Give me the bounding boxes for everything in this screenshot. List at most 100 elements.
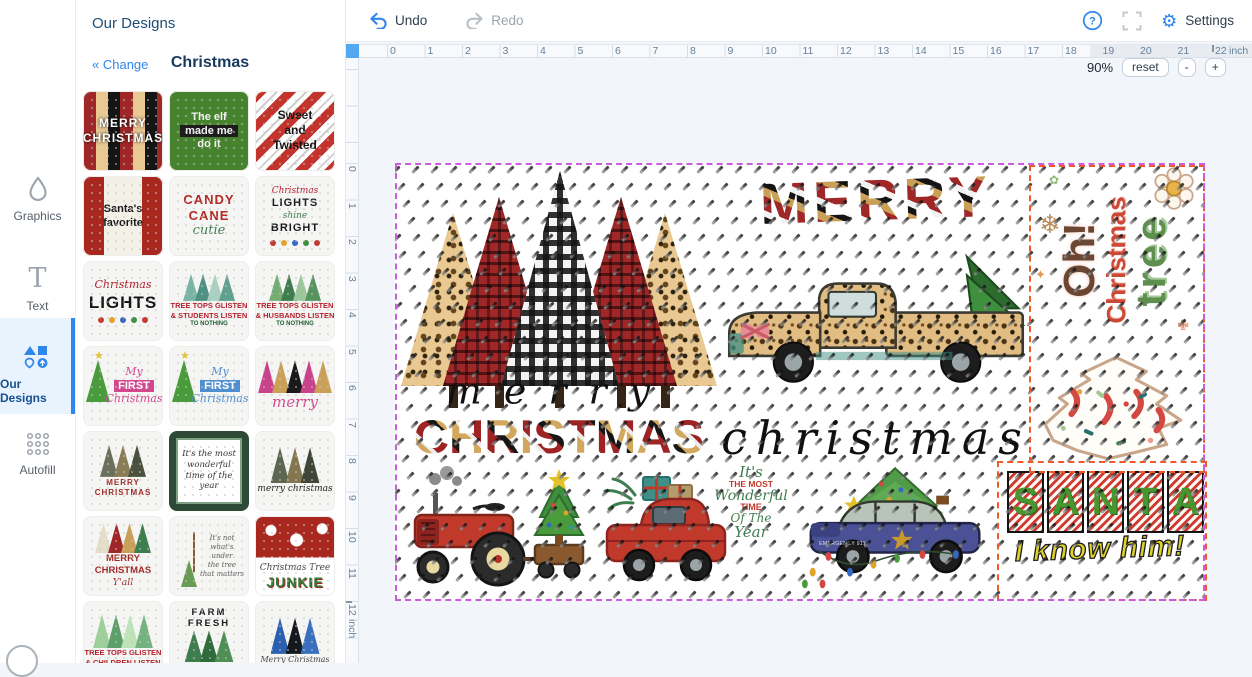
- string-lights-icon: [270, 240, 276, 246]
- gear-icon[interactable]: ⚙: [1161, 12, 1177, 30]
- thumbnail-text: CANE: [189, 209, 230, 224]
- thumbnail-text: shine: [283, 211, 307, 221]
- thumbnail-text: FIRST: [200, 380, 240, 393]
- tree-icon: [271, 447, 290, 483]
- sidebar-item-text[interactable]: T Text: [0, 258, 75, 326]
- shapes-icon: [23, 344, 49, 370]
- design-thumbnail-sweet-and-twisted[interactable]: SweetandTwisted: [255, 91, 335, 171]
- thumbnail-text: cutie: [193, 224, 226, 239]
- flower-sprig-icon: ✿: [1049, 173, 1059, 187]
- thumbnail-text: It's not: [210, 534, 235, 542]
- thumbnail-text: MERRY: [106, 554, 140, 565]
- h-ruler-label: 8: [690, 45, 696, 58]
- canvas-design-christmas-tractor[interactable]: [403, 465, 595, 593]
- canvas-design-merry-leopard-truck[interactable]: MERRY: [717, 169, 1035, 465]
- help-icon[interactable]: ?: [1082, 10, 1103, 31]
- thumbnail-text: & CHILDREN LISTEN: [86, 659, 161, 663]
- gang-sheet-canvas[interactable]: merry CHRISTMAS MERRY: [395, 163, 1205, 601]
- thumbnail-text: TO NOTHING: [190, 321, 228, 328]
- design-thumbnail-elf-made-me-do-it[interactable]: The elfmade medo it: [169, 91, 249, 171]
- thumbnail-trees: [183, 560, 195, 587]
- zoom-in-button[interactable]: +: [1205, 58, 1226, 77]
- sidebar-item-autofill[interactable]: Autofill: [0, 424, 75, 494]
- design-thumbnail-merry-christmas-plaid[interactable]: MERRYCHRISTMAS: [83, 91, 163, 171]
- canvas-design-trees-merry-christmas[interactable]: merry CHRISTMAS: [401, 171, 717, 463]
- zoom-reset-button[interactable]: reset: [1122, 58, 1169, 77]
- thumbnail-trees: [273, 618, 318, 654]
- h-ruler-unit: inch: [1229, 45, 1248, 58]
- watermark-slash: [395, 488, 400, 496]
- h-ruler-label: 0: [390, 45, 396, 58]
- design-thumbnail-tree-tops-glisten-students[interactable]: TREE TOPS GLISTEN& STUDENTS LISTENTO NOT…: [169, 261, 249, 341]
- thumbnail-text: time of the: [186, 472, 233, 482]
- watermark-slash: [1200, 199, 1205, 207]
- undo-button[interactable]: Undo: [369, 12, 427, 29]
- thumbnail-text: what's: [210, 543, 233, 551]
- thumbnail-text: MERRY: [99, 117, 147, 131]
- canvas-design-wonderful-time-truck[interactable]: It's THE MOST Wonderful TIME Of The Year: [601, 463, 797, 595]
- v-ruler-label: 9: [345, 495, 358, 501]
- thumbnail-text: Christmas: [106, 393, 163, 406]
- watermark-slash: [1202, 335, 1205, 343]
- thumbnail-trees: [185, 274, 233, 301]
- sidebar-item-our-designs[interactable]: Our Designs: [0, 318, 75, 414]
- chat-widget-button[interactable]: [6, 645, 38, 677]
- watermark-slash: [1201, 267, 1205, 275]
- horizontal-ruler: 012345678910111213141516171819202122inch: [359, 44, 1252, 58]
- design-thumbnail-merry-trees[interactable]: merry: [255, 346, 335, 426]
- category-title: Christmas: [75, 54, 345, 72]
- tree-icon: [215, 630, 234, 662]
- design-thumbnail-santas-favorite[interactable]: Santa'sfavorite: [83, 176, 163, 256]
- thumbnail-text: merry christmas: [257, 484, 332, 494]
- design-thumbnail-camo-merry-christmas-script[interactable]: merry christmas: [255, 431, 335, 511]
- thumbnail-text: under: [212, 552, 233, 560]
- sidebar-item-graphics[interactable]: Graphics: [0, 168, 75, 236]
- design-thumbnail-merry-christmas-yall[interactable]: MERRYCHRISTMASY'all: [83, 516, 163, 596]
- design-thumbnail-most-wonderful-time-frame[interactable]: It's the mostwonderfultime of theyear: [169, 431, 249, 511]
- santa-letter: N: [1092, 481, 1119, 524]
- tree-icon: [219, 274, 235, 301]
- thumbnail-text: year: [200, 482, 219, 492]
- h-ruler-label: 14: [915, 45, 927, 58]
- h-ruler-label: 6: [615, 45, 621, 58]
- thumbnail-trees: [95, 614, 151, 648]
- design-thumbnail-farm-fresh-christmas-trees[interactable]: FARM FRESHChristmas Trees: [169, 601, 249, 663]
- v-ruler-label: 6: [345, 385, 358, 391]
- design-thumbnail-my-first-christmas-pink[interactable]: MyFIRSTChristmas: [83, 346, 163, 426]
- design-thumbnail-my-first-christmas-blue[interactable]: MyFIRSTChristmas: [169, 346, 249, 426]
- h-ruler-label: 5: [578, 45, 584, 58]
- design-thumbnail-christmas-lights-shine-bright[interactable]: ChristmasLIGHTSshineBRIGHT: [255, 176, 335, 256]
- thumbnail-text: made me: [180, 125, 238, 138]
- design-thumbnail-tree-tops-glisten-children[interactable]: TREE TOPS GLISTEN& CHILDREN LISTEN: [83, 601, 163, 663]
- v-ruler-label: 7: [345, 422, 358, 428]
- canvas-design-oh-christmas-tree[interactable]: Oh! Christmas tree ❄ ✦ ✙ ✿: [1031, 167, 1199, 467]
- design-thumbnail-christmas-lights[interactable]: ChristmasLIGHTS: [83, 261, 163, 341]
- canvas-design-santa-i-know-him[interactable]: SANTA I know him!: [999, 463, 1201, 595]
- thumbnail-text: TREE TOPS GLISTEN: [257, 302, 334, 311]
- thumbnail-text: FIRST: [114, 380, 154, 393]
- watermark-slash: [395, 556, 401, 564]
- design-thumbnail-candy-cane-cutie[interactable]: CANDYCANEcutie: [169, 176, 249, 256]
- design-thumbnail-christmas-tree-junkie[interactable]: Christmas TreeJUNKIE: [255, 516, 335, 596]
- santa-letter-tile: A: [1047, 471, 1084, 533]
- zoom-out-button[interactable]: -: [1178, 58, 1196, 77]
- design-thumbnail-camo-merry-christmas[interactable]: MERRYCHRISTMAS: [83, 431, 163, 511]
- christmas-word: Christmas: [1102, 196, 1131, 323]
- canvas-design-christmas-police-car[interactable]: EMERGENCY 911: [799, 465, 995, 593]
- h-ruler-label: 4: [540, 45, 546, 58]
- design-thumbnail-merry-christmas-blue-plaid[interactable]: Merry Christmas: [255, 601, 335, 663]
- thumbnail-text: CANDY: [183, 193, 234, 208]
- tree-icon: [272, 360, 290, 393]
- tree-icon: [286, 618, 305, 654]
- christmas-pattern-text: CHRISTMAS: [395, 409, 724, 464]
- design-thumbnail-not-whats-under-the-tree[interactable]: It's notwhat'sunderthe treethat matters: [169, 516, 249, 596]
- santa-letter: S: [1013, 481, 1038, 524]
- police-car-art: [799, 465, 995, 593]
- police-car-door-text: EMERGENCY 911: [819, 541, 866, 546]
- redo-button[interactable]: Redo: [465, 12, 523, 29]
- fullscreen-icon[interactable]: [1122, 11, 1142, 31]
- ruler-shade: [1090, 45, 1252, 57]
- h-ruler-label: 10: [765, 45, 777, 58]
- settings-button[interactable]: Settings: [1185, 13, 1234, 28]
- design-thumbnail-tree-tops-glisten-husbands[interactable]: TREE TOPS GLISTEN& HUSBANDS LISTENTO NOT…: [255, 261, 335, 341]
